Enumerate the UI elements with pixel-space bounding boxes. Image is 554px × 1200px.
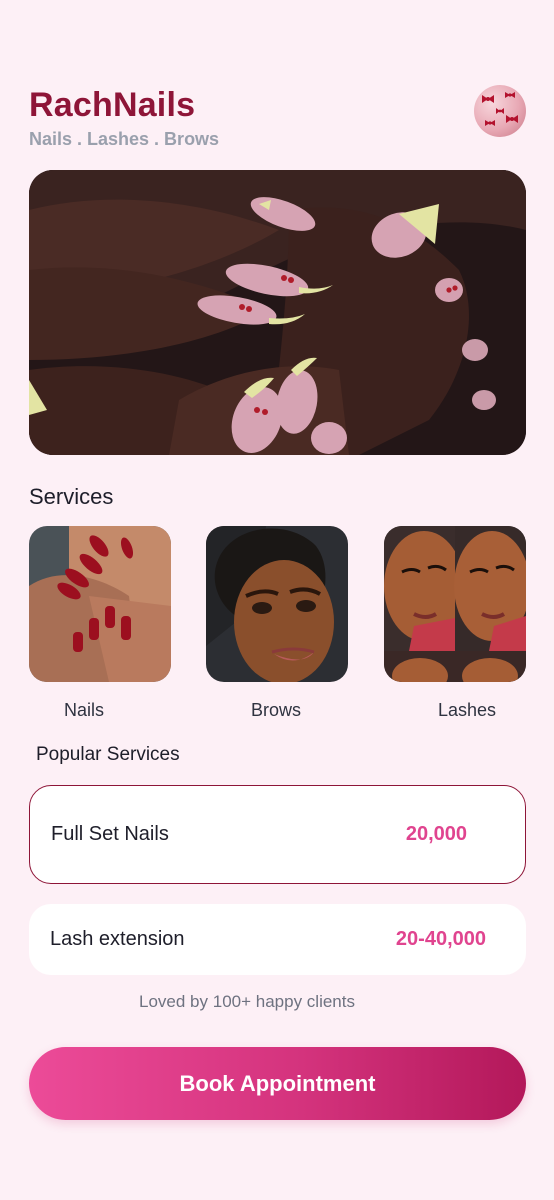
service-price: 20-40,000 [395, 928, 486, 950]
lashes-thumbnail [384, 526, 526, 682]
nails-thumbnail [29, 526, 171, 682]
service-name: Full Set Nails [51, 823, 169, 845]
service-card-lashes[interactable] [384, 526, 526, 682]
app-screen: RachNails Nails . Lashes . Brows Service… [0, 0, 554, 1200]
hero-image [29, 170, 526, 455]
profile-avatar[interactable] [474, 85, 526, 137]
service-card-brows[interactable] [206, 526, 348, 682]
service-label-nails: Nails [63, 700, 104, 720]
service-name: Lash extension [50, 928, 185, 950]
bow-pattern-icon [482, 92, 518, 126]
brows-thumbnail [206, 526, 348, 682]
book-appointment-button[interactable]: Book Appointment [29, 1047, 526, 1120]
service-label-brows: Brows [250, 700, 301, 720]
services-heading: Services [29, 484, 114, 509]
brand-subtitle: Nails . Lashes . Brows [29, 129, 220, 149]
clients-tagline: Loved by 100+ happy clients [139, 992, 355, 1011]
service-row-full-set-nails[interactable]: Full Set Nails 20,000 [29, 785, 526, 884]
service-row-lash-extension[interactable]: Lash extension 20-40,000 [29, 904, 526, 975]
service-card-nails[interactable] [29, 526, 171, 682]
service-label-lashes: Lashes [437, 700, 497, 720]
brand-title: RachNails [29, 86, 196, 124]
service-price: 20,000 [405, 823, 467, 845]
popular-services-heading: Popular Services [36, 744, 180, 765]
